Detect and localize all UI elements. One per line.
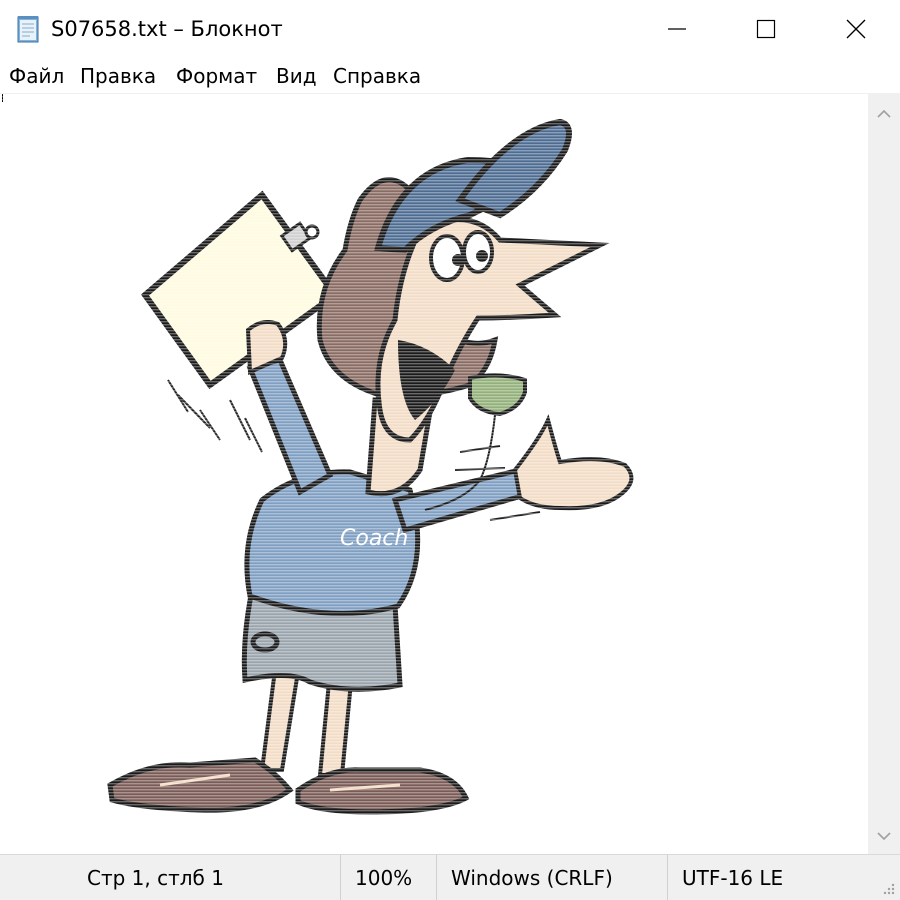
clipboard	[140, 190, 340, 390]
notepad-window: S07658.txt – Блокнот Файл Правка Формат …	[0, 0, 900, 900]
scroll-down-icon[interactable]	[876, 828, 892, 844]
text-editor[interactable]: Coach	[0, 94, 868, 854]
status-bar: Стр 1, стлб 1 100% Windows (CRLF) UTF-16…	[0, 854, 900, 900]
close-button[interactable]	[810, 0, 900, 58]
status-encoding: UTF-16 LE	[667, 855, 783, 900]
menu-view[interactable]: Вид	[276, 63, 317, 89]
scroll-up-icon[interactable]	[876, 106, 892, 122]
status-line-endings: Windows (CRLF)	[436, 855, 613, 900]
maximize-icon	[756, 19, 776, 39]
maximize-button[interactable]	[720, 0, 812, 58]
status-cursor-position: Стр 1, стлб 1	[87, 866, 224, 890]
title-bar[interactable]: S07658.txt – Блокнот	[0, 0, 900, 58]
resize-grip-icon[interactable]	[880, 880, 896, 896]
menu-file[interactable]: Файл	[9, 63, 64, 89]
menu-help[interactable]: Справка	[333, 63, 421, 89]
notepad-icon	[14, 14, 44, 44]
menu-format[interactable]: Формат	[176, 63, 257, 89]
minimize-button[interactable]	[631, 0, 723, 58]
status-zoom: 100%	[340, 855, 412, 900]
vertical-scrollbar[interactable]	[868, 94, 900, 854]
close-icon	[846, 19, 866, 39]
open-hand	[512, 414, 634, 511]
menu-bar: Файл Правка Формат Вид Справка	[0, 58, 900, 94]
shoes	[107, 757, 470, 815]
shirt-text: Coach	[340, 526, 408, 551]
menu-edit[interactable]: Правка	[80, 63, 156, 89]
cartoon-coach-ascii-art: Coach	[0, 94, 868, 854]
window-title: S07658.txt – Блокнот	[51, 17, 283, 41]
minimize-icon	[668, 28, 686, 30]
